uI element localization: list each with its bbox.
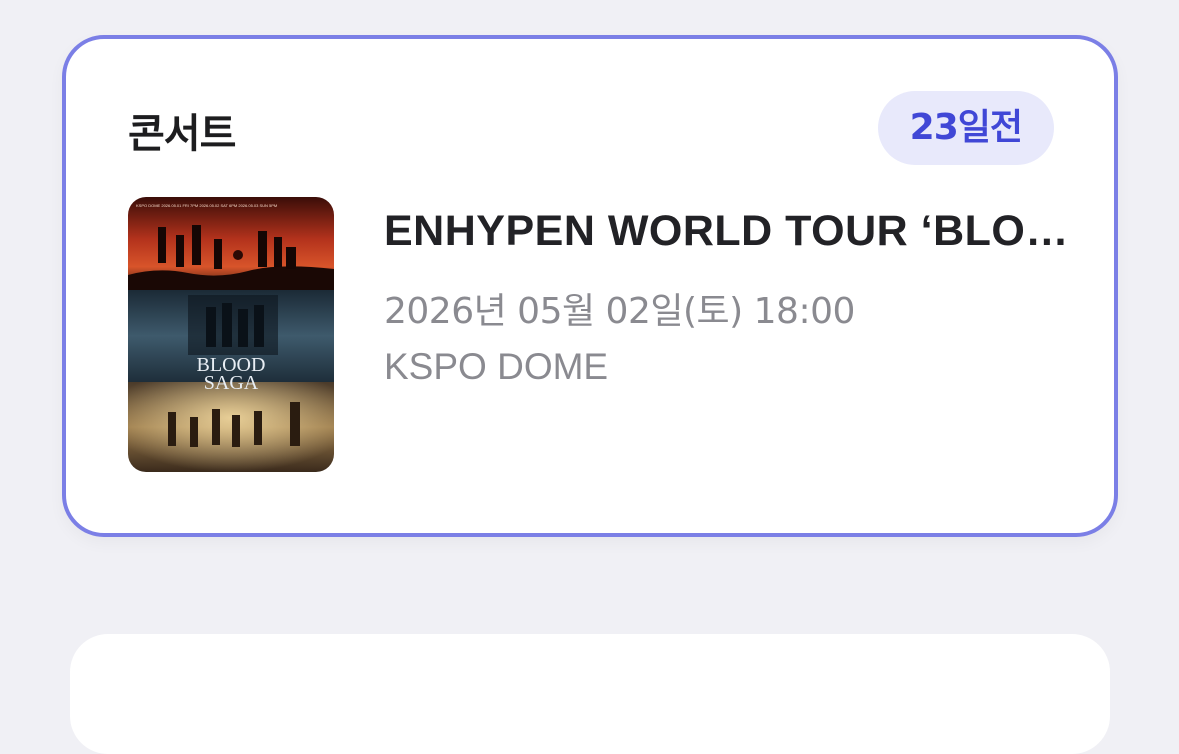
event-venue: KSPO DOME (384, 346, 609, 387)
event-datetime: 2026년 05월 02일(토) 18:00 (384, 291, 855, 332)
event-title: ENHYPEN WORLD TOUR ‘BLOOD SAGA’ (384, 207, 1084, 255)
category-label: 콘서트 (128, 111, 236, 157)
event-card[interactable]: 콘서트 23일전 KSPO DOME 2026.05.01 FRI 7PM 20… (62, 35, 1118, 537)
poster-top-text: KSPO DOME 2026.05.01 FRI 7PM 2026.05.02 … (136, 203, 277, 208)
dday-badge: 23일전 (877, 91, 1054, 165)
poster-title-line2: SAGA (204, 372, 259, 394)
next-card[interactable] (70, 634, 1110, 754)
poster-image: KSPO DOME 2026.05.01 FRI 7PM 2026.05.02 … (128, 197, 334, 472)
